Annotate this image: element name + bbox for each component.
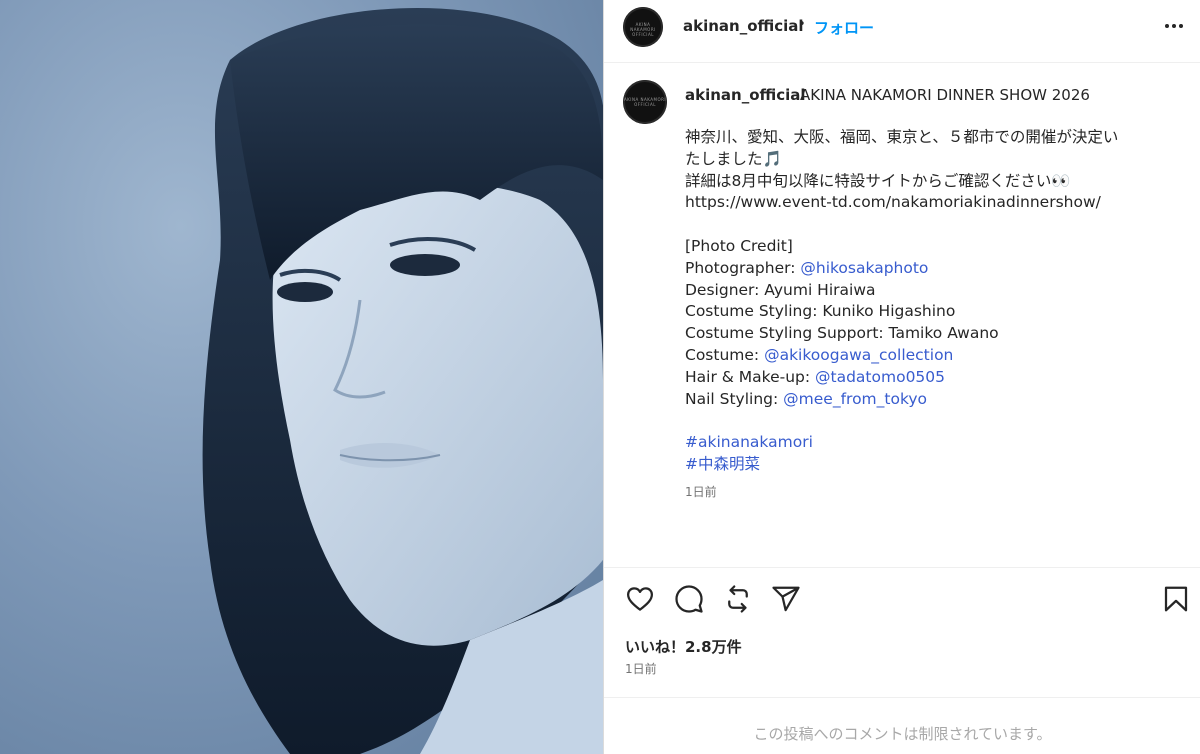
likes-count[interactable]: いいね！2.8万件 <box>625 636 742 657</box>
caption-section: AKINA NAKAMORI OFFICIAL akinan_official … <box>604 63 1200 567</box>
save-bookmark-icon[interactable] <box>1161 584 1191 614</box>
credit-label: Photographer: <box>685 258 801 277</box>
hashtag-link[interactable]: #akinanakamori <box>685 433 813 451</box>
hashtag-line: #akinanakamori <box>685 432 1165 454</box>
post-date[interactable]: 1日前 <box>625 660 657 677</box>
credit-nail: Nail Styling: @mee_from_tokyo <box>685 389 1165 411</box>
author-avatar[interactable]: AKINA NAKAMORI OFFICIAL <box>623 7 663 47</box>
comments-restricted-notice: この投稿へのコメントは制限されています。 <box>753 725 1052 743</box>
follow-button[interactable]: フォロー <box>814 17 874 38</box>
post-photo[interactable] <box>0 0 603 754</box>
credit-label: Hair & Make-up: <box>685 367 816 386</box>
caption-line: [Photo Credit] <box>685 236 793 255</box>
mention-link[interactable]: @tadatomo0505 <box>815 368 945 386</box>
credit-hair-makeup: Hair & Make-up: @tadatomo0505 <box>685 367 1165 389</box>
caption-author-avatar[interactable]: AKINA NAKAMORI OFFICIAL <box>623 80 667 124</box>
caption-line: たしました🎵 <box>685 149 782 168</box>
avatar-logo-text: AKINA NAKAMORI OFFICIAL <box>623 97 667 107</box>
more-options-icon[interactable] <box>1163 18 1185 34</box>
repost-icon[interactable] <box>723 584 753 614</box>
mention-link[interactable]: @hikosakaphoto <box>800 259 928 277</box>
instagram-post-modal: AKINA NAKAMORI OFFICIAL akinan_official … <box>0 0 1200 754</box>
comment-icon[interactable] <box>674 584 704 614</box>
caption-title: AKINA NAKAMORI DINNER SHOW 2026 <box>800 86 1090 104</box>
caption-body: 神奈川、愛知、大阪、福岡、東京と、５都市での開催が決定い たしました🎵 詳細は8… <box>685 127 1165 476</box>
hashtag-line: #中森明菜 <box>685 454 1165 476</box>
caption-line: Costume Styling Support: Tamiko Awano <box>685 324 999 343</box>
avatar-logo-text: AKINA NAKAMORI OFFICIAL <box>630 22 656 37</box>
credit-costume: Costume: @akikoogawa_collection <box>685 345 1165 367</box>
credit-label: Costume: <box>685 345 765 364</box>
caption-username[interactable]: akinan_official <box>685 86 806 104</box>
caption-line: 詳細は8月中旬以降に特設サイトからご確認ください👀 <box>685 171 1071 190</box>
separator-dot: • <box>798 17 806 32</box>
caption-link[interactable]: https://www.event-td.com/nakamoriakinadi… <box>685 192 1165 214</box>
caption-timestamp[interactable]: 1日前 <box>685 483 717 500</box>
hashtag-link[interactable]: #中森明菜 <box>685 455 760 473</box>
share-icon[interactable] <box>771 584 801 614</box>
action-bar: いいね！2.8万件 1日前 <box>604 567 1200 697</box>
comments-footer: この投稿へのコメントは制限されています。 <box>604 697 1200 754</box>
credit-label: Nail Styling: <box>685 389 784 408</box>
mention-link[interactable]: @akikoogawa_collection <box>764 346 953 364</box>
author-username[interactable]: akinan_official <box>683 17 804 35</box>
mention-link[interactable]: @mee_from_tokyo <box>783 390 927 408</box>
caption-line: Costume Styling: Kuniko Higashino <box>685 302 956 321</box>
caption-line: 神奈川、愛知、大阪、福岡、東京と、５都市での開催が決定い <box>685 128 1119 146</box>
like-icon[interactable] <box>625 584 655 614</box>
portrait-illustration <box>202 8 603 754</box>
post-details-panel: AKINA NAKAMORI OFFICIAL akinan_official … <box>603 0 1200 754</box>
caption-line: Designer: Ayumi Hiraiwa <box>685 280 876 299</box>
post-header: AKINA NAKAMORI OFFICIAL akinan_official … <box>604 0 1200 63</box>
credit-photographer: Photographer: @hikosakaphoto <box>685 258 1165 280</box>
